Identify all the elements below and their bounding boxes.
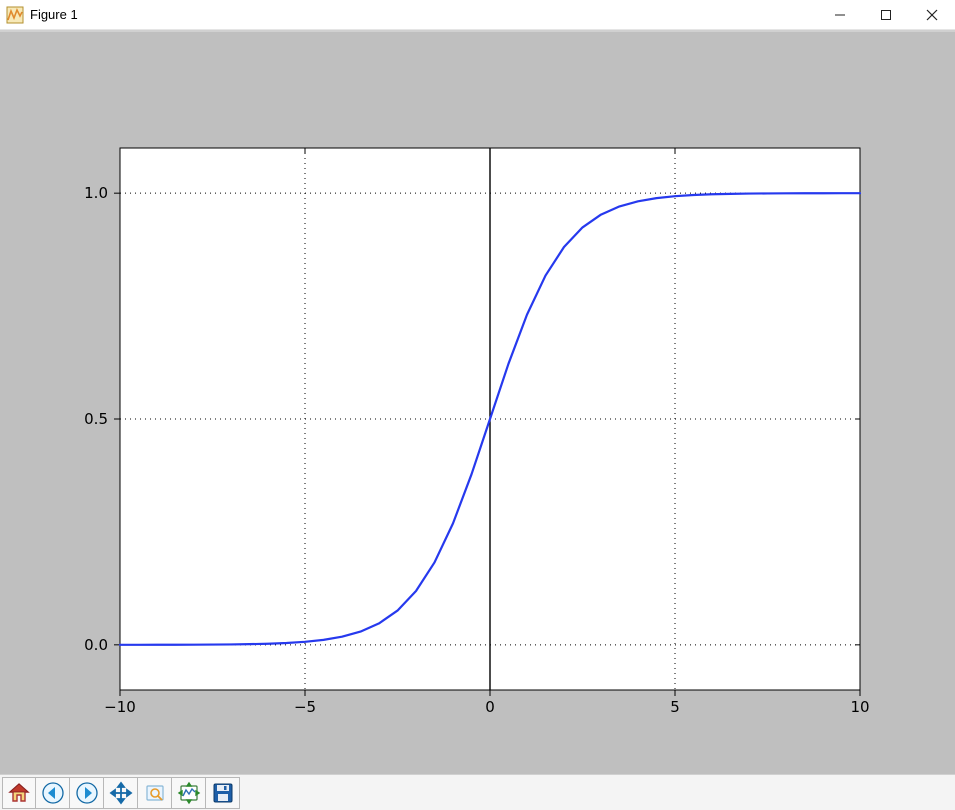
- matplotlib-app-icon: [6, 6, 24, 24]
- back-button[interactable]: [36, 777, 70, 809]
- ytick-label: 1.0: [84, 184, 108, 202]
- save-button[interactable]: [206, 777, 240, 809]
- subplots-config-icon: [177, 781, 201, 805]
- pan-move-icon: [109, 781, 133, 805]
- back-arrow-icon: [41, 781, 65, 805]
- save-floppy-icon: [211, 781, 235, 805]
- ytick-label: 0.0: [84, 636, 108, 654]
- ytick-label: 0.5: [84, 410, 108, 428]
- zoom-button[interactable]: [138, 777, 172, 809]
- xtick-label: 10: [850, 698, 869, 716]
- forward-arrow-icon: [75, 781, 99, 805]
- figure-window: Figure 1 −10 −5 0 5 10 0.0 0.5 1.0: [0, 0, 955, 810]
- pan-button[interactable]: [104, 777, 138, 809]
- subplots-button[interactable]: [172, 777, 206, 809]
- close-button[interactable]: [909, 0, 955, 29]
- xtick-label: 5: [670, 698, 680, 716]
- plot-canvas-area[interactable]: −10 −5 0 5 10 0.0 0.5 1.0: [0, 32, 955, 774]
- home-button[interactable]: [2, 777, 36, 809]
- xtick-label: 0: [485, 698, 495, 716]
- maximize-button[interactable]: [863, 0, 909, 29]
- forward-button[interactable]: [70, 777, 104, 809]
- xtick-label: −10: [104, 698, 136, 716]
- xtick-label: −5: [294, 698, 316, 716]
- navigation-toolbar: [0, 774, 955, 810]
- window-controls: [817, 0, 955, 29]
- plot-svg: −10 −5 0 5 10 0.0 0.5 1.0: [0, 33, 955, 773]
- titlebar: Figure 1: [0, 0, 955, 30]
- zoom-rect-icon: [143, 781, 167, 805]
- window-title: Figure 1: [30, 7, 78, 22]
- minimize-button[interactable]: [817, 0, 863, 29]
- home-icon: [7, 781, 31, 805]
